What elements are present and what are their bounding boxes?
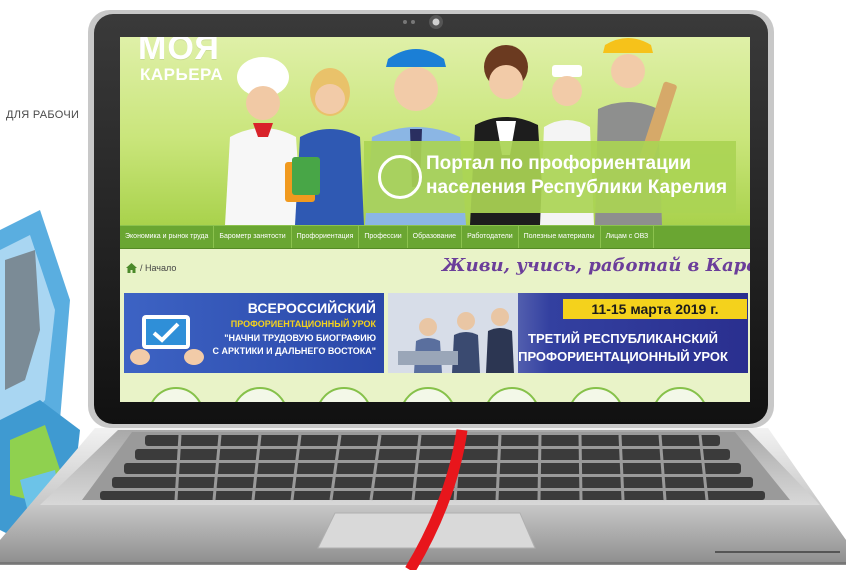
red-cable [405,429,468,570]
